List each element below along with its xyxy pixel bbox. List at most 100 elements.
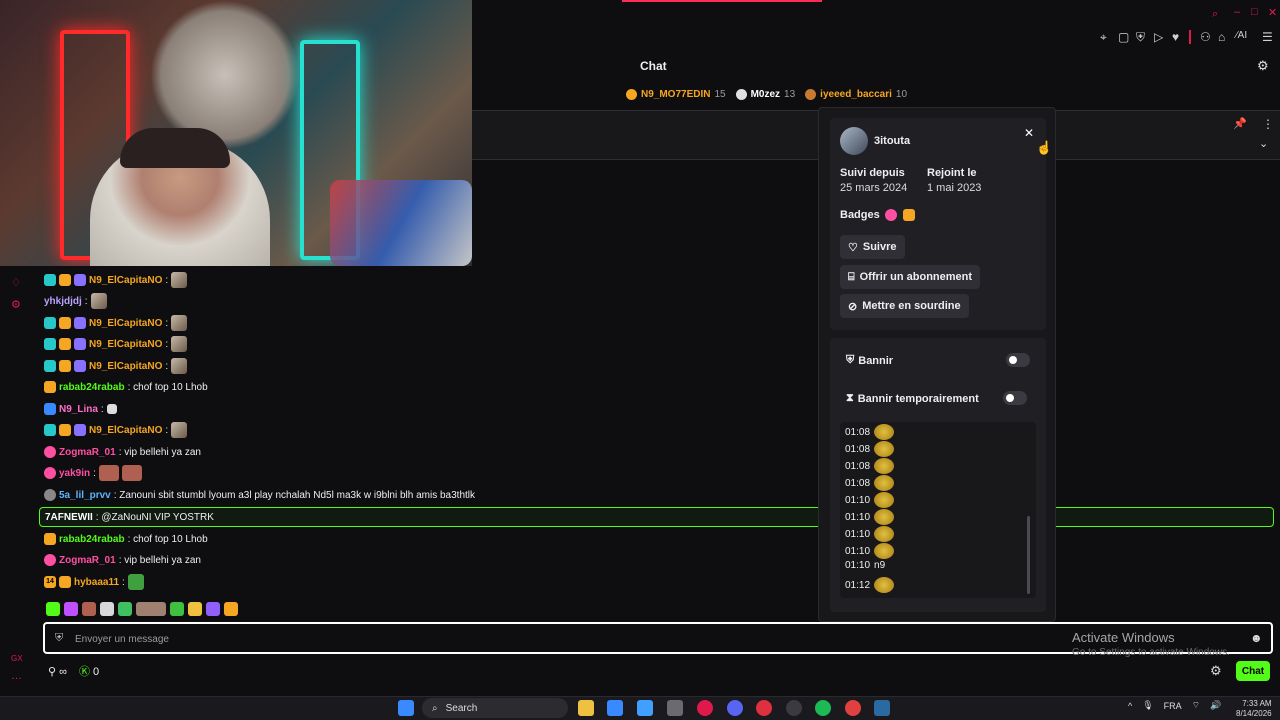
leaderboard-item[interactable]: iyeeed_baccari 10 (805, 88, 907, 100)
more-options-icon[interactable]: ⋮ (1262, 117, 1274, 131)
chat-message[interactable]: N9_ElCapitaNO: (44, 420, 188, 440)
chevron-up-icon[interactable]: ^ (1128, 701, 1132, 711)
volume-icon[interactable]: 🔊 (1210, 700, 1221, 711)
copilot-icon[interactable] (637, 700, 653, 716)
chat-username[interactable]: ZogmaR_01 (59, 447, 116, 458)
chrome-icon[interactable] (845, 700, 861, 716)
users-settings-icon[interactable]: ⚙ (1257, 58, 1269, 74)
play-icon[interactable]: ▷ (1154, 30, 1163, 44)
opera-gx-icon[interactable] (697, 700, 713, 716)
kick-points[interactable]: Ⓚ 0 (79, 663, 99, 679)
chat-message[interactable]: N9_ElCapitaNO: (44, 313, 188, 333)
settings-icon[interactable]: ⚙ (11, 298, 21, 311)
language-indicator[interactable]: FRA (1164, 701, 1182, 711)
chat-message[interactable]: N9_ElCapitaNO: (44, 334, 188, 354)
chat-username[interactable]: 5a_lil_prvv (59, 490, 111, 501)
chat-username[interactable]: ZogmaR_01 (59, 555, 116, 566)
leaderboard-item[interactable]: M0zez 13 (735, 88, 795, 100)
pin-icon[interactable]: ⌖ (1100, 30, 1107, 45)
user-icon[interactable]: ⚇ (1200, 30, 1211, 44)
chat-username[interactable]: N9_ElCapitaNO (89, 318, 162, 329)
file-explorer-icon[interactable] (578, 700, 594, 716)
heart-icon[interactable]: ♥ (1172, 30, 1179, 44)
chat-message[interactable]: rabab24rabab: chof top 10 Lhob (44, 377, 208, 397)
chat-message[interactable]: N9_ElCapitaNO: (44, 270, 188, 290)
taskbar-clock[interactable]: 7:33 AM 8/14/2026 (1236, 699, 1272, 719)
discord-icon[interactable] (727, 700, 743, 716)
emoji-icon[interactable]: ☻ (1250, 631, 1263, 645)
ai-icon[interactable]: ⁄AI (1236, 30, 1247, 41)
mute-button[interactable]: ⊘ Mettre en sourdine (840, 294, 969, 318)
close-icon[interactable]: ✕ (1024, 126, 1034, 140)
gift-sub-button[interactable]: ⌸ Offrir un abonnement (840, 265, 981, 289)
emote-icon[interactable] (46, 602, 60, 616)
shield-icon[interactable]: ⛨ (1136, 30, 1145, 45)
emote-icon[interactable] (64, 602, 78, 616)
chat-send-button[interactable]: Chat (1236, 661, 1270, 681)
chat-message[interactable]: N9_ElCapitaNO: (44, 356, 188, 376)
chat-username[interactable]: hybaaa11 (74, 577, 119, 588)
chat-username[interactable]: yak9in (59, 468, 90, 479)
ban-toggle[interactable] (1006, 353, 1030, 367)
chat-message[interactable]: rabab24rabab: chof top 10 Lhob (44, 529, 208, 549)
chat-username[interactable]: N9_ElCapitaNO (89, 425, 162, 436)
window-icon[interactable]: ▢ (1118, 30, 1129, 44)
chat-message[interactable]: ZogmaR_01: vip bellehi ya zan (44, 550, 201, 570)
leaderboard-name: M0zez (750, 88, 781, 100)
wifi-icon[interactable]: ⌔ (1192, 700, 1200, 711)
chat-settings-icon[interactable]: ⚙ (1210, 663, 1222, 679)
user-card-username[interactable]: 3itouta (874, 135, 910, 147)
chat-message[interactable]: 5a_lil_prvv: Zanouni sbit stumbl lyoum a… (44, 485, 475, 505)
chat-message[interactable]: 7AFNEWII: @ZaNouNI VIP YOSTRK (45, 507, 214, 527)
emote-icon[interactable] (82, 602, 96, 616)
gx-icon[interactable]: GX (11, 654, 23, 663)
lock-icon[interactable]: ⌂ (1218, 30, 1225, 44)
log-scrollbar[interactable] (1027, 516, 1030, 594)
emote-icon[interactable] (224, 602, 238, 616)
maximize-icon[interactable]: □ (1251, 6, 1258, 18)
stream-icon[interactable]: ♢ (11, 276, 21, 289)
follow-button[interactable]: ♡ Suivre (840, 235, 905, 259)
message-input[interactable] (75, 631, 975, 647)
pin-icon[interactable]: 📌 (1233, 117, 1247, 130)
chat-username[interactable]: 7AFNEWII (45, 512, 93, 523)
chat-username[interactable]: N9_Lina (59, 404, 98, 415)
chat-username[interactable]: N9_ElCapitaNO (89, 361, 162, 372)
taskbar-search[interactable]: ⌕ Search (422, 698, 568, 718)
chat-message[interactable]: yak9in: (44, 463, 142, 483)
steam-icon[interactable] (874, 700, 890, 716)
avatar[interactable] (840, 127, 868, 155)
chat-username[interactable]: rabab24rabab (59, 534, 125, 545)
log-entry: 01:10 (845, 526, 895, 542)
chat-message[interactable]: yhkjdjdj: (44, 291, 107, 311)
emote-icon[interactable] (188, 602, 202, 616)
emote-icon[interactable] (136, 602, 166, 616)
chevron-down-icon[interactable]: ⌄ (1259, 137, 1268, 150)
close-icon[interactable]: ✕ (1268, 6, 1277, 19)
mic-icon[interactable]: 🎙 (1142, 700, 1153, 711)
infinity-points-icon[interactable]: ⚲ ∞ (48, 665, 67, 678)
chat-username[interactable]: N9_ElCapitaNO (89, 275, 162, 286)
emote-icon[interactable] (100, 602, 114, 616)
app-icon[interactable] (756, 700, 772, 716)
chat-message[interactable]: N9_Lina: (44, 399, 117, 419)
leaderboard-item[interactable]: N9_MO77EDIN 15 (626, 88, 726, 100)
more-icon[interactable]: … (11, 670, 22, 682)
emote-icon[interactable] (206, 602, 220, 616)
timeout-toggle[interactable] (1003, 391, 1027, 405)
chat-username[interactable]: yhkjdjdj (44, 296, 82, 307)
menu-icon[interactable]: ☰ (1262, 30, 1273, 44)
chat-username[interactable]: N9_ElCapitaNO (89, 339, 162, 350)
calculator-icon[interactable] (667, 700, 683, 716)
emote-icon[interactable] (118, 602, 132, 616)
store-icon[interactable] (607, 700, 623, 716)
chat-username[interactable]: rabab24rabab (59, 382, 125, 393)
windows-start-icon[interactable] (398, 700, 414, 716)
app-icon[interactable] (786, 700, 802, 716)
spotify-icon[interactable] (815, 700, 831, 716)
chat-message[interactable]: ZogmaR_01: vip bellehi ya zan (44, 442, 201, 462)
chat-message[interactable]: 14 hybaaa11: (44, 572, 144, 592)
minimize-icon[interactable]: – (1234, 6, 1240, 18)
emote-icon[interactable] (170, 602, 184, 616)
search-icon[interactable]: ⌕ (1212, 8, 1218, 21)
